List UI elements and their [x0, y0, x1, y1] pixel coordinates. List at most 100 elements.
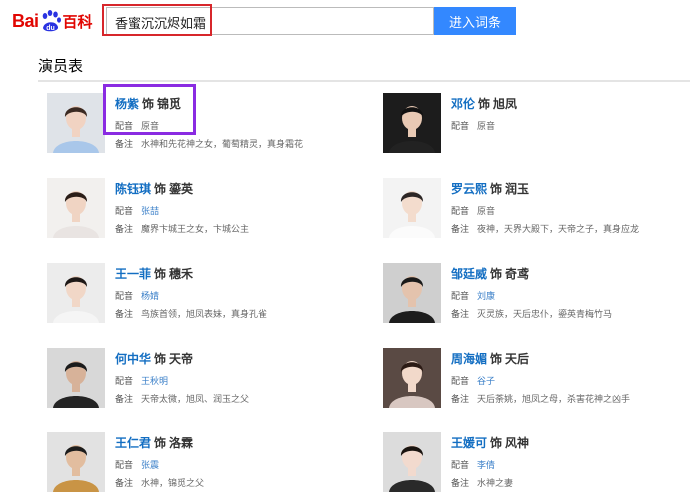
as-label: 饰	[490, 267, 503, 281]
actor-photo[interactable]	[47, 263, 105, 323]
note-text: 天后荼姚，旭凤之母，杀害花神之凶手	[477, 395, 631, 405]
actor-photo[interactable]	[47, 432, 105, 492]
role-name: 润玉	[505, 182, 530, 196]
cast-name-line: 邹廷威饰奇鸢	[451, 265, 529, 282]
cast-name-line: 何中华饰天帝	[115, 350, 193, 367]
dub-label: 配音	[451, 292, 470, 302]
dub-line: 配音 杨婧	[115, 289, 159, 302]
cast-card: 陈钰琪饰鎏英 配音 张喆 备注 魔界卞城王之女，卞城公主	[47, 178, 347, 258]
actor-name-link[interactable]: 王一菲	[115, 267, 151, 281]
note-label: 备注	[451, 310, 470, 320]
baidu-baike-logo[interactable]: Bai du 百科	[12, 6, 98, 36]
cast-card: 周海媚饰天后 配音 谷子 备注 天后荼姚，旭凤之母，杀害花神之凶手	[383, 348, 683, 428]
enter-entry-button[interactable]: 进入词条	[434, 7, 516, 35]
note-line: 备注 夜神，天界大殿下，天帝之子，真身应龙	[451, 222, 639, 235]
as-label: 饰	[154, 436, 167, 450]
dub-line: 配音 王秋明	[115, 374, 168, 387]
note-label: 备注	[115, 479, 134, 489]
cast-card: 邓伦饰旭凤配音 原音	[383, 93, 683, 173]
logo-text-baike: 百科	[62, 12, 93, 31]
note-text: 鸟族首领，旭凤表妹，真身孔雀	[141, 310, 268, 320]
actor-name-link[interactable]: 罗云熙	[451, 182, 487, 196]
actor-name-link[interactable]: 陈钰琪	[115, 182, 151, 196]
dub-label: 配音	[451, 207, 470, 217]
as-label: 饰	[142, 97, 155, 111]
role-name: 风神	[505, 436, 530, 450]
actor-photo[interactable]	[383, 432, 441, 492]
section-divider	[38, 80, 690, 82]
actor-name-link[interactable]: 杨紫	[115, 97, 139, 111]
header: Bai du 百科 香蜜沉沉烬如霜 进入词条	[0, 0, 690, 44]
dub-label: 配音	[451, 377, 470, 387]
note-label: 备注	[115, 225, 134, 235]
cast-card: 杨紫饰锦觅 配音 原音 备注 水神和先花神之女，葡萄精灵，真身霜花	[47, 93, 347, 173]
dubber-name[interactable]: 张喆	[141, 207, 159, 217]
dub-line: 配音 刘康	[451, 289, 495, 302]
paw-icon: du	[42, 10, 61, 32]
cast-card: 何中华饰天帝 配音 王秋明 备注 天帝太微，旭凤、润玉之父	[47, 348, 347, 428]
as-label: 饰	[490, 352, 503, 366]
as-label: 饰	[478, 97, 491, 111]
svg-text:du: du	[46, 25, 55, 32]
actor-photo[interactable]	[47, 178, 105, 238]
cast-name-line: 王一菲饰穗禾	[115, 265, 193, 282]
dubber-name[interactable]: 杨婧	[141, 292, 159, 302]
cast-name-line: 陈钰琪饰鎏英	[115, 180, 193, 197]
cast-name-line: 周海媚饰天后	[451, 350, 529, 367]
cast-name-line: 王仁君饰洛霖	[115, 434, 193, 451]
cast-name-line: 王媛可饰风神	[451, 434, 529, 451]
note-line: 备注 天帝太微，旭凤、润玉之父	[115, 392, 249, 405]
note-text: 夜神，天界大殿下，天帝之子，真身应龙	[477, 225, 640, 235]
dubber-name: 原音	[477, 207, 496, 217]
dub-line: 配音 原音	[451, 204, 495, 217]
logo-text-bai: Bai	[12, 10, 39, 31]
note-label: 备注	[451, 479, 470, 489]
note-line: 备注 魔界卞城王之女，卞城公主	[115, 222, 249, 235]
note-text: 天帝太微，旭凤、润玉之父	[141, 395, 250, 405]
cast-name-line: 邓伦饰旭凤	[451, 95, 517, 112]
role-name: 天帝	[169, 352, 194, 366]
note-line: 备注 水神，锦觅之父	[115, 476, 204, 489]
note-line: 备注 水神之妻	[451, 476, 513, 489]
note-label: 备注	[451, 225, 470, 235]
actor-photo[interactable]	[383, 263, 441, 323]
actor-name-link[interactable]: 何中华	[115, 352, 151, 366]
dub-label: 配音	[451, 122, 470, 132]
as-label: 饰	[154, 267, 167, 281]
note-line: 备注 灭灵族，天后忠仆，鎏英青梅竹马	[451, 307, 612, 320]
note-line: 备注 鸟族首领，旭凤表妹，真身孔雀	[115, 307, 267, 320]
dubber-name[interactable]: 谷子	[477, 377, 495, 387]
actor-photo[interactable]	[383, 178, 441, 238]
dubber-name: 原音	[477, 122, 496, 132]
dub-line: 配音 张震	[115, 458, 159, 471]
actor-photo[interactable]	[47, 93, 105, 153]
actor-name-link[interactable]: 邹廷威	[451, 267, 487, 281]
dubber-name[interactable]: 王秋明	[141, 377, 168, 387]
dub-line: 配音 谷子	[451, 374, 495, 387]
actor-name-link[interactable]: 邓伦	[451, 97, 475, 111]
dubber-name[interactable]: 刘康	[477, 292, 495, 302]
dub-label: 配音	[451, 461, 470, 471]
role-name: 天后	[505, 352, 530, 366]
note-text: 魔界卞城王之女，卞城公主	[141, 225, 250, 235]
actor-photo[interactable]	[383, 93, 441, 153]
actor-name-link[interactable]: 王媛可	[451, 436, 487, 450]
actor-photo[interactable]	[383, 348, 441, 408]
as-label: 饰	[154, 352, 167, 366]
actor-name-link[interactable]: 王仁君	[115, 436, 151, 450]
dubber-name: 原音	[141, 122, 160, 132]
cast-card: 王仁君饰洛霖 配音 张震 备注 水神，锦觅之父	[47, 432, 347, 500]
role-name: 穗禾	[169, 267, 194, 281]
dubber-name[interactable]: 李倩	[477, 461, 495, 471]
actor-name-link[interactable]: 周海媚	[451, 352, 487, 366]
dubber-name[interactable]: 张震	[141, 461, 159, 471]
actor-photo[interactable]	[47, 348, 105, 408]
role-name: 旭凤	[493, 97, 518, 111]
search-input[interactable]: 香蜜沉沉烬如霜	[106, 7, 434, 35]
as-label: 饰	[490, 436, 503, 450]
dub-label: 配音	[115, 461, 134, 471]
role-name: 锦觅	[157, 97, 182, 111]
note-line: 备注 天后荼姚，旭凤之母，杀害花神之凶手	[451, 392, 630, 405]
dub-label: 配音	[115, 207, 134, 217]
note-text: 水神，锦觅之父	[141, 479, 205, 489]
